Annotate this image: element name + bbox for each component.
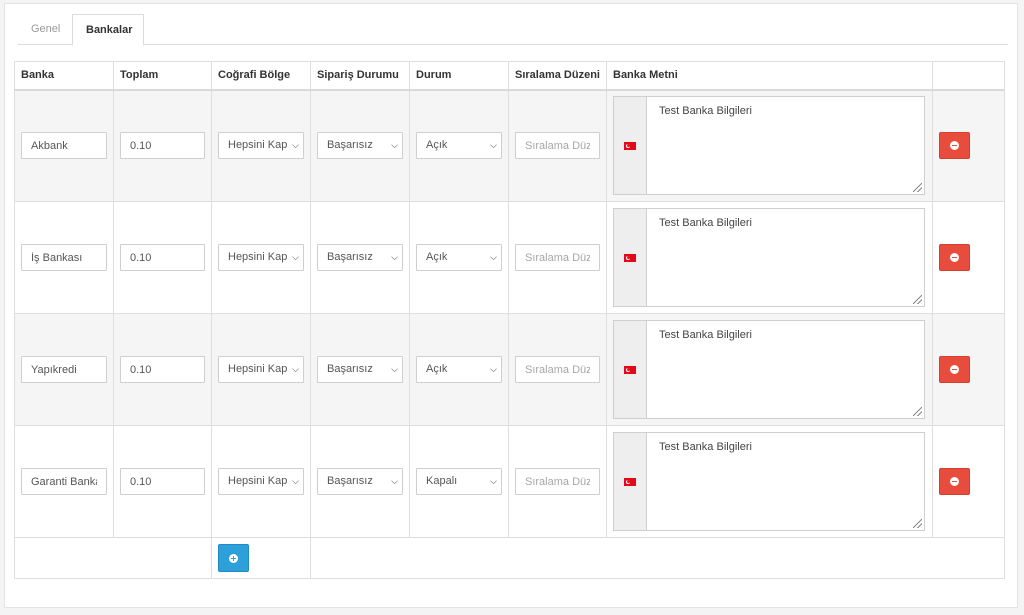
column-header-sort-order: Sıralama Düzeni [508, 61, 607, 91]
chevron-down-icon: ⌵ [292, 476, 299, 486]
remove-bank-button[interactable] [939, 132, 970, 160]
tab-bankalar[interactable]: Bankalar [72, 14, 144, 46]
column-header-geo-zone: Coğrafi Bölge [211, 61, 311, 91]
table-footer-row [14, 537, 1005, 579]
column-header-status: Durum [409, 61, 509, 91]
order-status-select[interactable]: Başarısız ⌵ [317, 356, 403, 383]
minus-circle-icon [950, 253, 959, 262]
resize-handle[interactable] [913, 183, 922, 193]
remove-bank-button[interactable] [939, 468, 970, 495]
status-value: Açık [426, 251, 448, 263]
bank-text-field: Test Banka Bilgileri [613, 320, 925, 419]
language-addon [614, 321, 647, 418]
minus-circle-icon [950, 141, 959, 151]
total-input[interactable] [120, 468, 205, 495]
bank-text-textarea[interactable]: Test Banka Bilgileri [647, 97, 924, 195]
tab-bar: Genel Bankalar [18, 14, 1008, 46]
chevron-down-icon: ⌵ [490, 252, 497, 262]
geo-zone-value: Hepsini Kapsar [228, 363, 287, 375]
turkey-flag-icon [624, 141, 636, 150]
order-status-value: Başarısız [327, 363, 373, 375]
total-input[interactable] [120, 244, 205, 271]
bank-name-input[interactable] [21, 468, 107, 495]
remove-bank-button[interactable] [939, 244, 970, 271]
order-status-select[interactable]: Başarısız ⌵ [317, 468, 403, 495]
order-status-value: Başarısız [327, 475, 373, 487]
order-status-value: Başarısız [327, 251, 373, 263]
bank-text-textarea[interactable]: Test Banka Bilgileri [647, 433, 924, 530]
chevron-down-icon: ⌵ [490, 364, 497, 374]
bank-name-input[interactable] [21, 356, 107, 383]
column-header-bank: Banka [14, 61, 114, 91]
geo-zone-select[interactable]: Hepsini Kapsar ⌵ [218, 356, 304, 383]
column-header-total: Toplam [113, 61, 212, 91]
resize-handle[interactable] [913, 519, 922, 528]
minus-circle-icon [950, 365, 959, 374]
column-header-order-status: Sipariş Durumu [310, 61, 410, 91]
plus-circle-icon [229, 553, 238, 563]
column-header-actions [932, 61, 1005, 91]
table-row: Hepsini Kapsar ⌵ Başarısız ⌵ Kapalı ⌵ Test … [14, 425, 1005, 538]
bank-name-input[interactable] [21, 132, 107, 160]
resize-handle[interactable] [913, 295, 922, 304]
turkey-flag-icon [624, 477, 636, 486]
footer-spacer [310, 537, 1005, 579]
status-value: Açık [426, 363, 448, 375]
table-row: Hepsini Kapsar ⌵ Başarısız ⌵ Açık ⌵ Test Ba… [14, 313, 1005, 426]
sort-order-input[interactable] [515, 356, 600, 383]
geo-zone-select[interactable]: Hepsini Kapsar ⌵ [218, 132, 304, 160]
status-select[interactable]: Açık ⌵ [416, 356, 502, 383]
chevron-down-icon: ⌵ [391, 476, 398, 486]
geo-zone-value: Hepsini Kapsar [228, 251, 287, 263]
status-value: Açık [426, 139, 448, 152]
add-bank-button[interactable] [218, 544, 249, 572]
language-addon [614, 209, 647, 306]
sort-order-input[interactable] [515, 132, 600, 160]
minus-circle-icon [950, 477, 959, 486]
chevron-down-icon: ⌵ [391, 252, 398, 262]
bank-text-textarea[interactable]: Test Banka Bilgileri [647, 321, 924, 418]
sort-order-input[interactable] [515, 244, 600, 271]
chevron-down-icon: ⌵ [292, 252, 299, 262]
turkey-flag-icon [624, 365, 636, 374]
bank-text-field: Test Banka Bilgileri [613, 208, 925, 307]
bank-text-textarea[interactable]: Test Banka Bilgileri [647, 209, 924, 306]
geo-zone-value: Hepsini Kapsar [228, 139, 287, 152]
table-row: Hepsini Kapsar ⌵ Başarısız ⌵ Açık ⌵ Test Ba… [14, 89, 1005, 202]
chevron-down-icon: ⌵ [490, 140, 497, 151]
column-header-bank-text: Banka Metni [606, 61, 933, 91]
order-status-value: Başarısız [327, 139, 373, 152]
bank-text-field: Test Banka Bilgileri [613, 96, 925, 196]
footer-spacer [14, 537, 212, 579]
turkey-flag-icon [624, 253, 636, 262]
resize-handle[interactable] [913, 407, 922, 416]
footer-add-cell [211, 537, 311, 579]
chevron-down-icon: ⌵ [391, 140, 398, 151]
chevron-down-icon: ⌵ [292, 364, 299, 374]
tab-genel[interactable]: Genel [18, 14, 72, 46]
language-addon [614, 433, 647, 530]
table-row: Hepsini Kapsar ⌵ Başarısız ⌵ Açık ⌵ Test Ba… [14, 201, 1005, 314]
status-select[interactable]: Açık ⌵ [416, 244, 502, 271]
geo-zone-value: Hepsini Kapsar [228, 475, 287, 487]
order-status-select[interactable]: Başarısız ⌵ [317, 244, 403, 271]
status-value: Kapalı [426, 475, 458, 487]
bank-name-input[interactable] [21, 244, 107, 271]
chevron-down-icon: ⌵ [490, 476, 497, 486]
banks-table: Banka Toplam Coğrafi Bölge Sipariş Durum… [14, 61, 1005, 579]
table-header-row: Banka Toplam Coğrafi Bölge Sipariş Durum… [14, 61, 1005, 91]
order-status-select[interactable]: Başarısız ⌵ [317, 132, 403, 160]
total-input[interactable] [120, 356, 205, 383]
language-addon [614, 97, 647, 195]
status-select[interactable]: Kapalı ⌵ [416, 468, 502, 495]
geo-zone-select[interactable]: Hepsini Kapsar ⌵ [218, 468, 304, 495]
remove-bank-button[interactable] [939, 356, 970, 383]
chevron-down-icon: ⌵ [391, 364, 398, 374]
total-input[interactable] [120, 132, 205, 160]
sort-order-input[interactable] [515, 468, 600, 495]
status-select[interactable]: Açık ⌵ [416, 132, 502, 160]
bank-text-field: Test Banka Bilgileri [613, 432, 925, 531]
geo-zone-select[interactable]: Hepsini Kapsar ⌵ [218, 244, 304, 271]
chevron-down-icon: ⌵ [292, 140, 299, 151]
